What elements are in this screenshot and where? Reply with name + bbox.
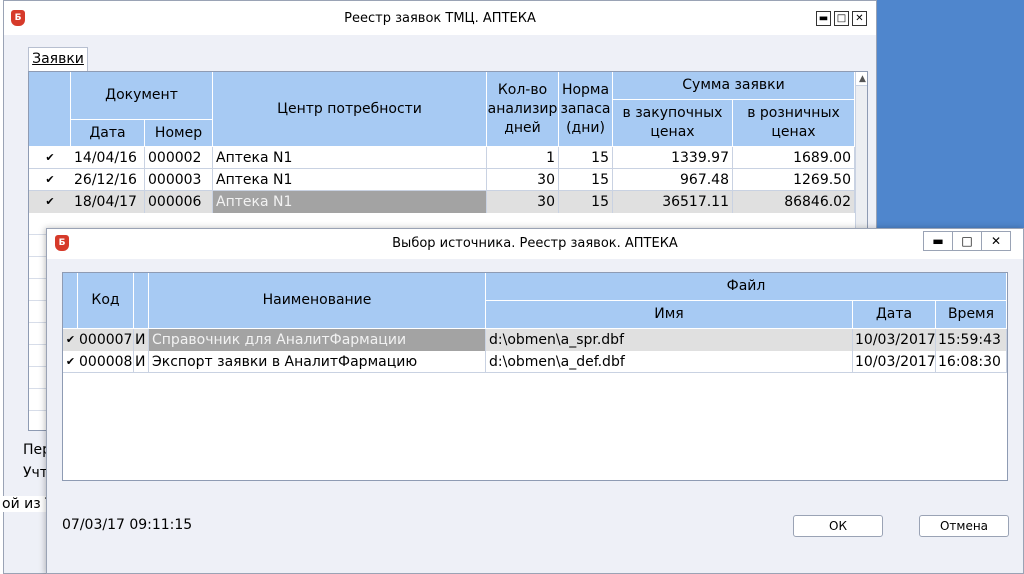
header-type — [134, 273, 149, 329]
header-date[interactable]: Дата — [71, 120, 145, 147]
row-center: Аптека N1 — [213, 147, 487, 169]
row-number: 000006 — [145, 191, 213, 213]
dialog-titlebar[interactable]: Б Выбор источника. Реестр заявок. АПТЕКА… — [47, 229, 1023, 259]
row-date: 14/04/16 — [71, 147, 145, 169]
row-number: 000003 — [145, 169, 213, 191]
sources-grid[interactable]: Код Наименование Файл Имя Дата Время ✔ 0… — [62, 272, 1008, 481]
header-file-name[interactable]: Имя — [486, 301, 853, 329]
row-date: 26/12/16 — [71, 169, 145, 191]
row-name: Справочник для АналитФармации — [149, 329, 486, 351]
header-retail[interactable]: в розничных ценах — [733, 100, 855, 147]
row-checkbox[interactable]: ✔ — [29, 147, 71, 169]
header-days[interactable]: Кол-во анализир дней — [487, 72, 559, 147]
row-purchase: 967.48 — [613, 169, 733, 191]
maximize-icon[interactable]: □ — [834, 11, 849, 26]
table-row[interactable]: ✔ 26/12/16 000003 Аптека N1 30 15 967.48… — [29, 169, 855, 191]
header-file-date[interactable]: Дата — [853, 301, 936, 329]
row-number: 000002 — [145, 147, 213, 169]
header-number[interactable]: Номер — [145, 120, 213, 147]
header-check-column — [63, 273, 78, 329]
row-type: И — [134, 351, 149, 373]
row-type: И — [134, 329, 149, 351]
header-norm[interactable]: Норма запаса (дни) — [559, 72, 613, 147]
row-checkbox[interactable]: ✔ — [63, 351, 78, 373]
table-row[interactable]: ✔ 14/04/16 000002 Аптека N1 1 15 1339.97… — [29, 147, 855, 169]
scroll-up-icon[interactable]: ▲ — [856, 72, 867, 86]
minimize-icon[interactable]: ▬ — [923, 231, 953, 251]
row-time: 16:08:30 — [936, 351, 1007, 373]
table-row-selected[interactable]: ✔ 000007 И Справочник для АналитФармации… — [63, 329, 1007, 351]
row-time: 15:59:43 — [936, 329, 1007, 351]
minimize-icon[interactable]: ▬ — [816, 11, 831, 26]
row-norm: 15 — [559, 147, 613, 169]
row-center: Аптека N1 — [213, 191, 487, 213]
row-days: 1 — [487, 147, 559, 169]
header-check-column — [29, 72, 71, 147]
row-name: Экспорт заявки в АналитФармацию — [149, 351, 486, 373]
row-days: 30 — [487, 191, 559, 213]
header-purchase[interactable]: в закупочных ценах — [613, 100, 733, 147]
maximize-icon[interactable]: □ — [952, 231, 982, 251]
row-code: 000007 — [78, 329, 134, 351]
row-center: Аптека N1 — [213, 169, 487, 191]
cancel-button[interactable]: Отмена — [919, 515, 1009, 537]
header-center[interactable]: Центр потребности — [213, 72, 487, 147]
header-document: Документ — [71, 72, 213, 120]
row-date: 10/03/2017 — [853, 329, 936, 351]
status-datetime: 07/03/17 09:11:15 — [62, 517, 193, 533]
ok-button[interactable]: ОК — [793, 515, 883, 537]
close-icon[interactable]: ✕ — [852, 11, 867, 26]
header-code[interactable]: Код — [78, 273, 134, 329]
row-norm: 15 — [559, 169, 613, 191]
header-name[interactable]: Наименование — [149, 273, 486, 329]
main-titlebar[interactable]: Б Реестр заявок ТМЦ. АПТЕКА ▬ □ ✕ — [4, 1, 876, 35]
row-code: 000008 — [78, 351, 134, 373]
row-purchase: 1339.97 — [613, 147, 733, 169]
row-checkbox[interactable]: ✔ — [29, 169, 71, 191]
label-partial-2: Учт — [23, 465, 48, 481]
row-retail: 1269.50 — [733, 169, 855, 191]
row-file: d:\obmen\a_spr.dbf — [486, 329, 853, 351]
table-row[interactable]: ✔ 000008 И Экспорт заявки в АналитФармац… — [63, 351, 1007, 373]
header-file-time[interactable]: Время — [936, 301, 1007, 329]
table-row-selected[interactable]: ✔ 18/04/17 000006 Аптека N1 30 15 36517.… — [29, 191, 855, 213]
row-retail: 1689.00 — [733, 147, 855, 169]
header-sum: Сумма заявки — [613, 72, 855, 100]
row-file: d:\obmen\a_def.dbf — [486, 351, 853, 373]
row-norm: 15 — [559, 191, 613, 213]
row-date: 10/03/2017 — [853, 351, 936, 373]
row-date: 18/04/17 — [71, 191, 145, 213]
source-dialog: Б Выбор источника. Реестр заявок. АПТЕКА… — [46, 228, 1024, 574]
row-days: 30 — [487, 169, 559, 191]
close-icon[interactable]: ✕ — [981, 231, 1011, 251]
row-retail: 86846.02 — [733, 191, 855, 213]
row-checkbox[interactable]: ✔ — [63, 329, 78, 351]
row-purchase: 36517.11 — [613, 191, 733, 213]
row-checkbox[interactable]: ✔ — [29, 191, 71, 213]
main-window-title: Реестр заявок ТМЦ. АПТЕКА — [344, 11, 536, 26]
dialog-title: Выбор источника. Реестр заявок. АПТЕКА — [392, 236, 678, 251]
header-file: Файл — [486, 273, 1007, 301]
tab-zayavki[interactable]: Заявки — [28, 47, 88, 71]
